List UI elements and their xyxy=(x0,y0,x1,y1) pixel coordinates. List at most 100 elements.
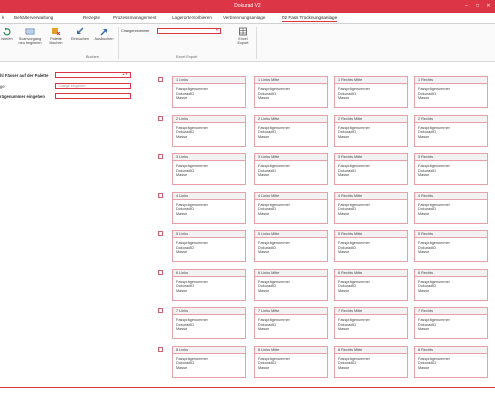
slot-card[interactable]: 4 Links Fassprägenummer DokuradID Masse xyxy=(172,191,246,224)
clear-button-label-2: löschen xyxy=(49,41,63,46)
close-icon[interactable]: ✕ xyxy=(484,2,493,11)
slot-card-header: 7 Links Mitte xyxy=(255,308,327,315)
slot-card-field: Masse xyxy=(418,211,430,216)
einbuchen-button[interactable]: Einbuchen xyxy=(69,27,91,41)
slot-card[interactable]: 1 Links Mitte Fassprägenummer DokuradID Mas… xyxy=(254,76,328,108)
praegenummer-input[interactable] xyxy=(55,93,131,99)
row-checkbox[interactable] xyxy=(158,308,163,313)
menu-item-rezepte[interactable]: Rezepte xyxy=(83,15,100,20)
clear-pallet-button[interactable]: Palette löschen xyxy=(46,27,66,45)
slot-card[interactable]: 3 Links Fassprägenummer DokuradID Masse xyxy=(172,153,246,185)
title-bar: Dokurad V2 – □ ✕ xyxy=(0,0,495,13)
slot-card-header: 7 Links xyxy=(173,308,245,315)
slot-card[interactable]: 7 Rechts Fassprägenummer DokuradID Masse xyxy=(414,307,488,339)
charge-input-placeholder: Charge eingeben xyxy=(58,84,86,88)
slot-card[interactable]: 6 Rechts Fassprägenummer DokuradID Masse xyxy=(414,268,488,301)
slot-card-body: Fassprägenummer DokuradID Masse xyxy=(255,354,327,371)
slot-card-field: Masse xyxy=(418,250,430,255)
slot-card[interactable]: 7 Links Mitte Fassprägenummer DokuradID Mas… xyxy=(254,307,328,339)
excel-export-button[interactable]: Excel Export xyxy=(233,27,253,45)
slot-card[interactable]: 6 Rechts Mitte Fassprägenummer DokuradID Ma… xyxy=(334,268,408,301)
slot-card[interactable]: 3 Links Mitte Fassprägenummer DokuradID Mas… xyxy=(254,153,328,185)
slot-card[interactable]: 5 Links Fassprägenummer DokuradID Masse xyxy=(172,230,246,262)
group-separator xyxy=(118,27,119,59)
slot-card-field: Masse xyxy=(176,134,188,139)
charge-label: Chargennummer xyxy=(121,29,150,33)
slot-card-body: Fassprägenummer DokuradID Masse xyxy=(335,161,407,178)
slot-card[interactable]: 8 Rechts Mitte Fassprägenummer DokuradID Ma… xyxy=(334,345,408,378)
charge-dropdown[interactable] xyxy=(157,28,221,34)
slot-card-field: Masse xyxy=(418,96,430,101)
slot-card-body: Fassprägenummer DokuradID Masse xyxy=(415,354,487,371)
slot-card-header: 1 Links Mitte xyxy=(255,77,327,84)
slot-card[interactable]: 6 Links Mitte Fassprägenummer DokuradID Mas… xyxy=(254,268,328,301)
slot-card[interactable]: 3 Rechts Fassprägenummer DokuradID Masse xyxy=(414,153,488,185)
slot-card[interactable]: 7 Rechts Mitte Fassprägenummer DokuradID Ma… xyxy=(334,307,408,339)
slot-card[interactable]: 5 Rechts Fassprägenummer DokuradID Masse xyxy=(414,230,488,262)
slot-card[interactable]: 1 Links Fassprägenummer DokuradID Masse xyxy=(172,76,246,108)
slot-card[interactable]: 5 Links Mitte Fassprägenummer DokuradID Mas… xyxy=(254,230,328,262)
menu-item-prozessmanagement[interactable]: Prozessmanagement xyxy=(113,15,156,20)
slot-card-header: 4 Links Mitte xyxy=(255,192,327,200)
row-checkbox[interactable] xyxy=(158,346,163,352)
slot-card-header: 3 Links xyxy=(173,154,245,161)
slot-card-header: 2 Rechts xyxy=(415,115,487,123)
maximize-icon[interactable]: □ xyxy=(473,2,482,11)
slot-card[interactable]: 4 Rechts Fassprägenummer DokuradID Masse xyxy=(414,191,488,224)
minimize-icon[interactable]: – xyxy=(462,2,471,11)
reload-button[interactable]: isieren xyxy=(0,27,14,41)
menu-item-fass-trocknungsanlage[interactable]: 02 Fass Trocknungsanlage xyxy=(282,15,338,22)
slot-card-body: Fassprägenummer DokuradID Masse xyxy=(255,123,327,140)
charge-input[interactable]: Charge eingeben xyxy=(55,83,131,89)
row-checkbox[interactable] xyxy=(158,192,163,198)
slot-card-body: Fassprägenummer DokuradID Masse xyxy=(255,161,327,178)
menu-item-sorbieren[interactable]: Sorbieren xyxy=(192,15,212,20)
slot-card-body: Fassprägenummer DokuradID Masse xyxy=(173,354,245,371)
row-checkbox[interactable] xyxy=(158,115,163,121)
ribbon: isieren Scanvorgang neu beginnen Palette… xyxy=(0,24,495,62)
row-checkbox[interactable] xyxy=(158,154,163,159)
menu-item-k[interactable]: k xyxy=(2,15,4,20)
slot-card[interactable]: 4 Links Mitte Fassprägenummer DokuradID Mas… xyxy=(254,191,328,224)
row-checkbox[interactable] xyxy=(158,77,163,82)
slot-card[interactable]: 1 Rechts Mitte Fassprägenummer DokuradID Ma… xyxy=(334,76,408,108)
ausbuchen-button[interactable]: Ausbuchen xyxy=(92,27,116,41)
menu-item-lagerorte[interactable]: Lagerorte xyxy=(172,15,192,20)
slot-card-header: 8 Links xyxy=(173,346,245,354)
slot-card-body: Fassprägenummer DokuradID Masse xyxy=(415,123,487,140)
menu-item-verbrennungsanlage[interactable]: Verbrennungsanlage xyxy=(223,15,265,20)
slot-card-header: 5 Rechts Mitte xyxy=(335,231,407,238)
slot-card[interactable]: 8 Links Mitte Fassprägenummer DokuradID Mas… xyxy=(254,345,328,378)
slot-card[interactable]: 8 Rechts Fassprägenummer DokuradID Masse xyxy=(414,345,488,378)
slot-card[interactable]: 5 Rechts Mitte Fassprägenummer DokuradID Ma… xyxy=(334,230,408,262)
slot-card-header: 1 Rechts xyxy=(415,77,487,84)
slot-card-field: Masse xyxy=(338,173,350,178)
slot-card[interactable]: 1 Rechts Fassprägenummer DokuradID Masse xyxy=(414,76,488,108)
slot-card-field: Masse xyxy=(338,250,350,255)
pallet-count-input[interactable] xyxy=(55,72,131,78)
slot-card-header: 2 Rechts Mitte xyxy=(335,115,407,123)
slot-card-body: Fassprägenummer DokuradID Masse xyxy=(255,84,327,101)
row-checkbox[interactable] xyxy=(158,269,163,275)
main-menu: k Behälterverwaltung Rezepte Prozessmana… xyxy=(0,13,495,24)
count-spinner[interactable]: ▲▼ xyxy=(122,72,128,76)
slot-card[interactable]: 2 Rechts Mitte Fassprägenummer DokuradID Ma… xyxy=(334,114,408,147)
slot-card[interactable]: 3 Rechts Mitte Fassprägenummer DokuradID Ma… xyxy=(334,153,408,185)
slot-card[interactable]: 4 Rechts Mitte Fassprägenummer DokuradID Ma… xyxy=(334,191,408,224)
slot-card-header: 6 Rechts xyxy=(415,269,487,277)
slot-card[interactable]: 2 Rechts Fassprägenummer DokuradID Masse xyxy=(414,114,488,147)
scan-restart-button[interactable]: Scanvorgang neu beginnen xyxy=(16,27,44,45)
chevron-down-icon[interactable]: ▾ xyxy=(216,28,218,32)
row-checkbox[interactable] xyxy=(158,231,163,236)
slot-card[interactable]: 2 Links Mitte Fassprägenummer DokuradID Mas… xyxy=(254,114,328,147)
slot-card[interactable]: 2 Links Fassprägenummer DokuradID Masse xyxy=(172,114,246,147)
menu-item-behaelterverwaltung[interactable]: Behälterverwaltung xyxy=(14,15,53,20)
slot-card[interactable]: 7 Links Fassprägenummer DokuradID Masse xyxy=(172,307,246,339)
slot-card-field: Masse xyxy=(258,288,270,293)
slot-card[interactable]: 6 Links Fassprägenummer DokuradID Masse xyxy=(172,268,246,301)
slot-card-field: Masse xyxy=(176,173,188,178)
slot-card-body: Fassprägenummer DokuradID Masse xyxy=(173,200,245,217)
window-title: Dokurad V2 xyxy=(234,3,261,9)
slot-card-field: Masse xyxy=(258,327,270,332)
slot-card[interactable]: 8 Links Fassprägenummer DokuradID Masse xyxy=(172,345,246,378)
